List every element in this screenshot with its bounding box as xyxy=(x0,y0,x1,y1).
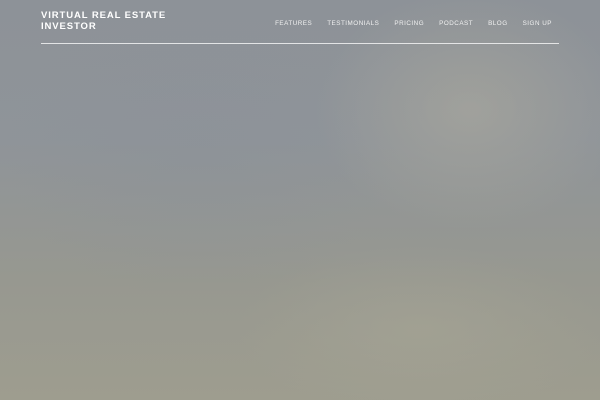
brand-line-2: INVESTOR xyxy=(41,20,97,32)
hero-section: VIRTUAL REAL ESTATE INVESTOR FEATURES TE… xyxy=(0,0,600,400)
nav-item-blog: BLOG xyxy=(488,12,508,30)
nav-link-features[interactable]: FEATURES xyxy=(275,20,312,27)
main-nav: FEATURES TESTIMONIALS PRICING PODCAST BL… xyxy=(260,12,552,30)
brand-line-1: VIRTUAL REAL ESTATE xyxy=(41,10,167,21)
nav-item-features: FEATURES xyxy=(275,12,312,30)
nav-item-podcast: PODCAST xyxy=(439,12,473,30)
nav-item-sign-up: SIGN UP xyxy=(523,12,552,30)
nav-link-testimonials[interactable]: TESTIMONIALS xyxy=(327,20,379,27)
nav-link-podcast[interactable]: PODCAST xyxy=(439,20,473,27)
nav-item-pricing: PRICING xyxy=(394,12,424,30)
nav-item-testimonials: TESTIMONIALS xyxy=(327,12,379,30)
nav-link-pricing[interactable]: PRICING xyxy=(394,20,424,27)
nav-link-sign-up[interactable]: SIGN UP xyxy=(523,20,552,27)
nav-link-blog[interactable]: BLOG xyxy=(488,20,508,27)
site-header: VIRTUAL REAL ESTATE INVESTOR FEATURES TE… xyxy=(41,0,559,44)
site-logo[interactable]: VIRTUAL REAL ESTATE INVESTOR xyxy=(41,10,211,32)
